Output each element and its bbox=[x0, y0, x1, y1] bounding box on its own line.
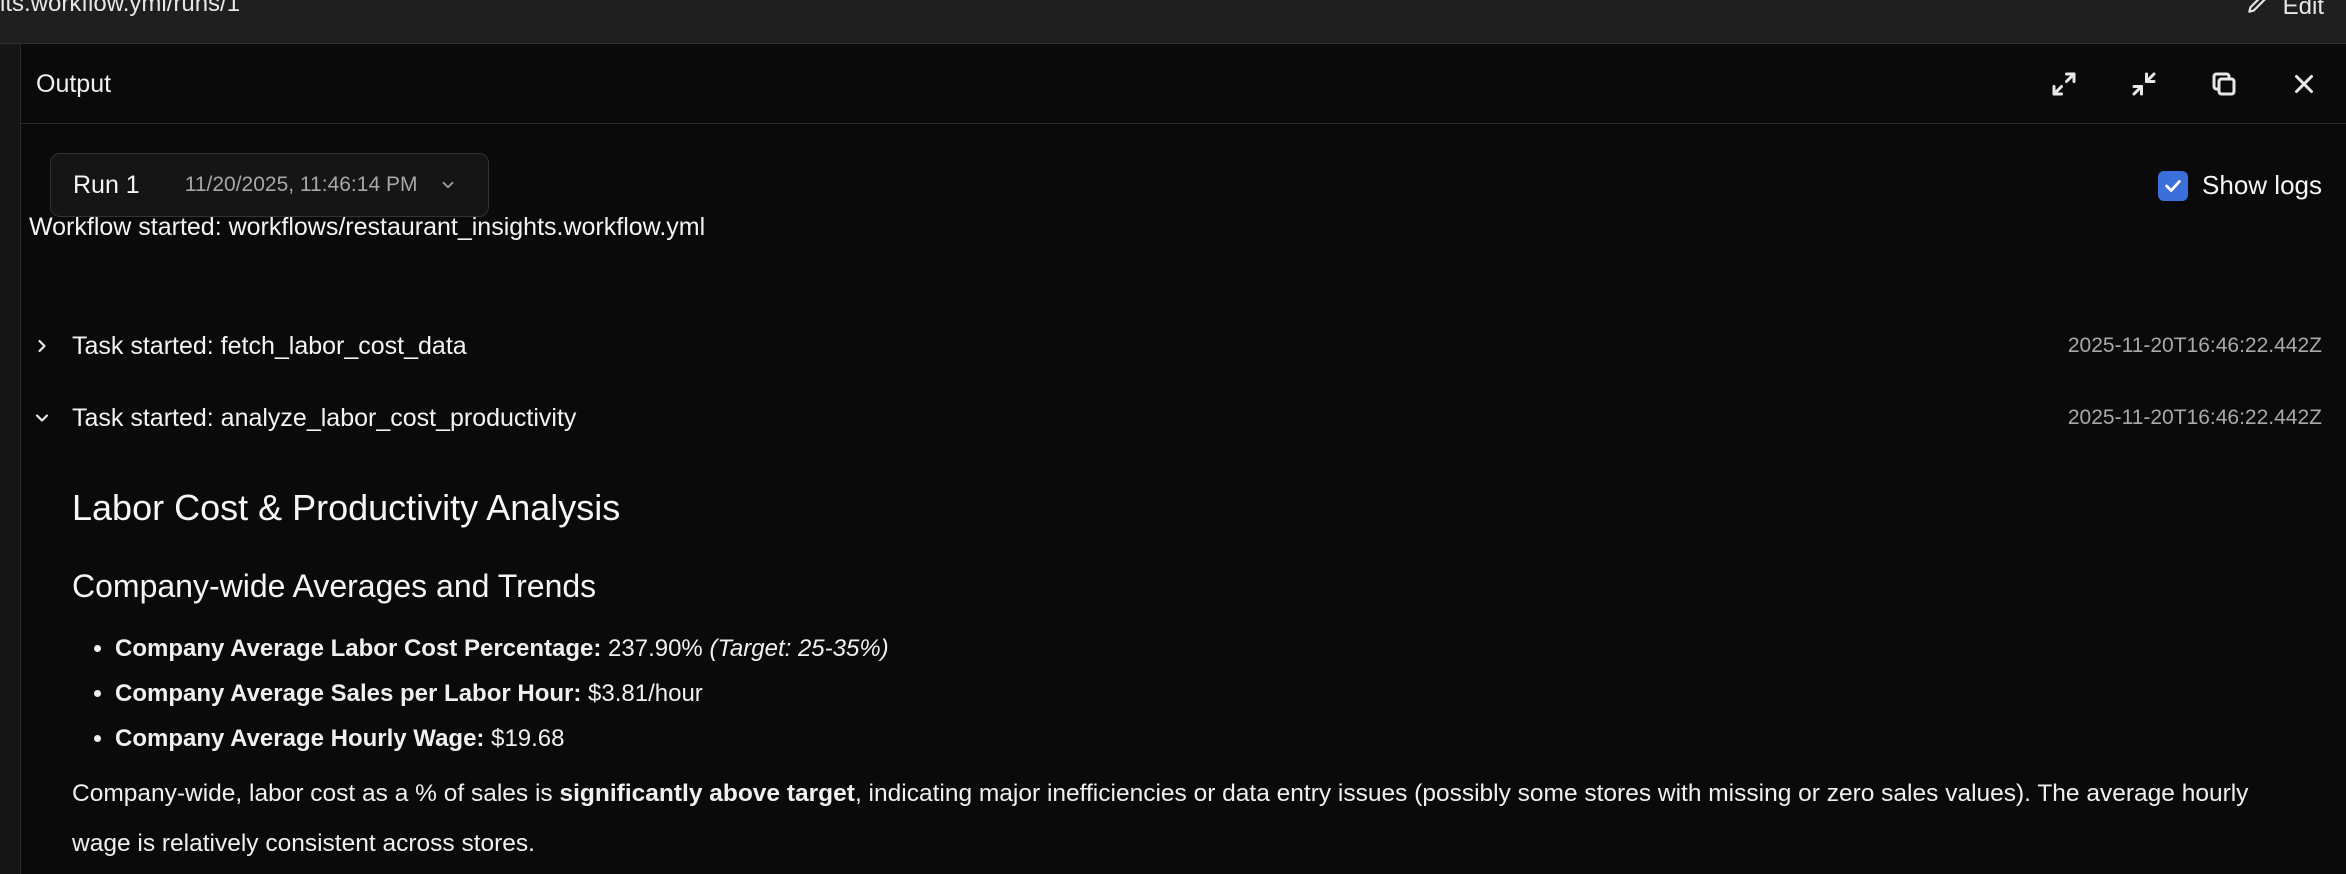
metric-key: Company Average Sales per Labor Hour: bbox=[115, 680, 582, 707]
copy-icon[interactable] bbox=[2206, 66, 2242, 102]
task-timestamp: 2025-11-20T16:46:22.442Z bbox=[2067, 334, 2322, 357]
metric-note: (Target: 25-35%) bbox=[709, 635, 889, 662]
metric-value: 237.90% bbox=[601, 635, 710, 662]
summary-emphasis: significantly above target bbox=[559, 780, 855, 807]
list-item: Company Average Hourly Wage: $19.68 bbox=[115, 722, 889, 767]
show-logs-toggle[interactable]: Show logs bbox=[2158, 170, 2322, 201]
metric-value: $3.81/hour bbox=[581, 680, 703, 707]
chevron-down-icon[interactable] bbox=[29, 405, 55, 431]
summary-text: Company-wide, labor cost as a % of sales… bbox=[72, 780, 560, 807]
show-logs-label: Show logs bbox=[2202, 170, 2322, 200]
run-selector[interactable]: Run 1 11/20/2025, 11:46:14 PM bbox=[50, 153, 489, 217]
list-item: Company Average Sales per Labor Hour: $3… bbox=[115, 677, 889, 722]
close-icon[interactable] bbox=[2286, 66, 2322, 102]
metric-value: $19.68 bbox=[484, 725, 565, 752]
pencil-icon bbox=[2245, 0, 2271, 23]
summary-paragraph: Company-wide, labor cost as a % of sales… bbox=[72, 769, 2312, 869]
top-bar: its.workflow.yml/runs/1 Edit bbox=[0, 0, 2346, 44]
task-row[interactable]: Task started: analyze_labor_cost_product… bbox=[29, 400, 2322, 436]
metric-key: Company Average Hourly Wage: bbox=[115, 725, 485, 752]
expand-icon[interactable] bbox=[2046, 66, 2082, 102]
panel-title: Output bbox=[36, 70, 112, 98]
panel-header: Output bbox=[21, 44, 2346, 124]
workflow-started-log: Workflow started: workflows/restaurant_i… bbox=[29, 213, 706, 241]
chevron-right-icon[interactable] bbox=[29, 333, 55, 359]
report-subtitle: Company-wide Averages and Trends bbox=[72, 568, 597, 604]
show-logs-checkbox[interactable] bbox=[2158, 170, 2189, 201]
list-item: Company Average Labor Cost Percentage: 2… bbox=[115, 632, 889, 677]
task-timestamp: 2025-11-20T16:46:22.442Z bbox=[2067, 406, 2322, 429]
collapse-icon[interactable] bbox=[2126, 66, 2162, 102]
check-icon bbox=[2165, 179, 2181, 192]
edit-label: Edit bbox=[2282, 0, 2324, 20]
task-row[interactable]: Task started: fetch_labor_cost_data 2025… bbox=[29, 328, 2322, 364]
edit-button[interactable]: Edit bbox=[2245, 0, 2324, 23]
report-title: Labor Cost & Productivity Analysis bbox=[72, 487, 621, 528]
metric-key: Company Average Labor Cost Percentage: bbox=[115, 635, 602, 662]
run-date: 11/20/2025, 11:46:14 PM bbox=[184, 173, 418, 196]
file-path: its.workflow.yml/runs/1 bbox=[0, 0, 241, 17]
task-label: Task started: fetch_labor_cost_data bbox=[72, 331, 467, 360]
task-label: Task started: analyze_labor_cost_product… bbox=[72, 403, 577, 432]
metrics-list: Company Average Labor Cost Percentage: 2… bbox=[115, 632, 889, 767]
panel-actions bbox=[2046, 66, 2322, 102]
run-label: Run 1 bbox=[73, 170, 140, 199]
left-gutter bbox=[0, 44, 21, 874]
chevron-down-icon bbox=[439, 176, 457, 194]
